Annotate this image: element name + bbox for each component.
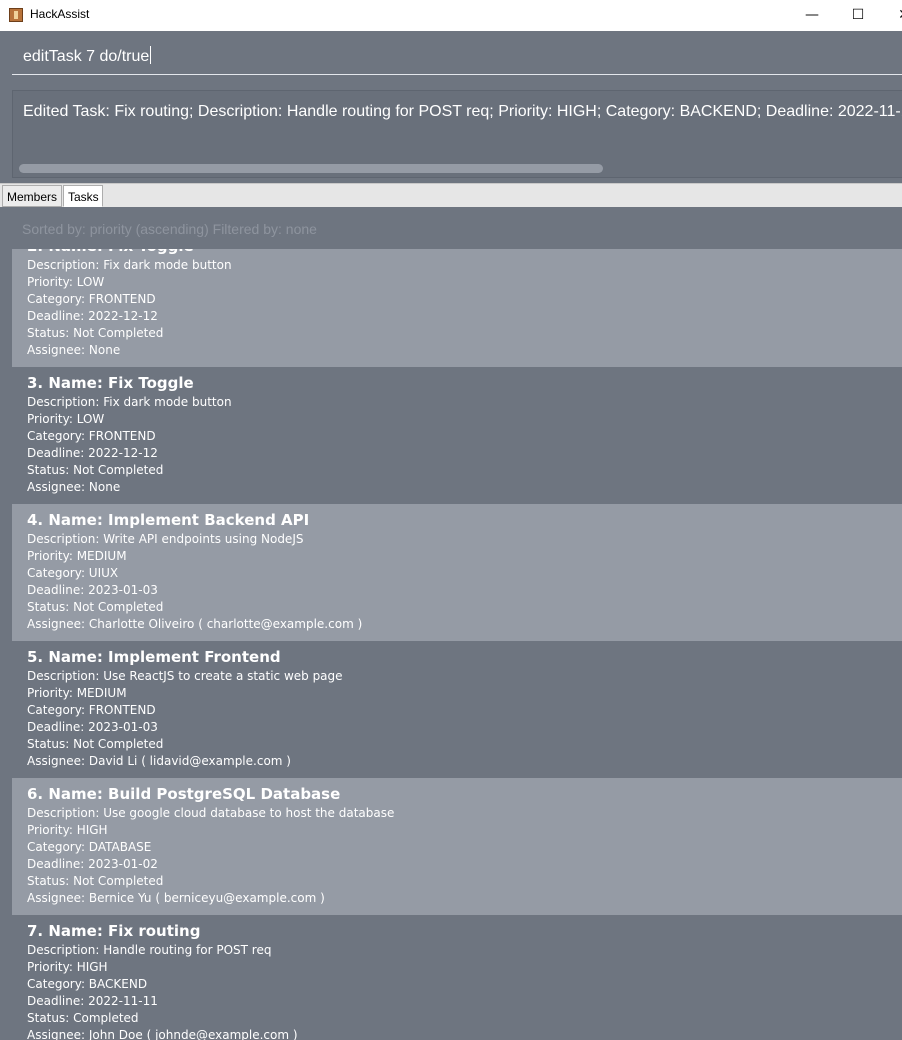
task-status: Status: Not Completed xyxy=(27,463,164,477)
task-name: 7. Name: Fix routing xyxy=(27,922,201,940)
task-deadline: Deadline: 2023-01-03 xyxy=(27,583,158,597)
scrollbar-thumb[interactable] xyxy=(19,164,603,173)
sort-filter-status: Sorted by: priority (ascending) Filtered… xyxy=(22,221,317,237)
result-display: Edited Task: Fix routing; Description: H… xyxy=(0,85,902,183)
task-deadline: Deadline: 2022-12-12 xyxy=(27,309,158,323)
task-priority: Priority: HIGH xyxy=(27,823,108,837)
task-status: Status: Not Completed xyxy=(27,874,164,888)
task-priority: Priority: MEDIUM xyxy=(27,549,127,563)
task-priority: Priority: LOW xyxy=(27,275,105,289)
task-name: 2. Name: Fix Toggle xyxy=(27,249,902,257)
title-bar: HackAssist — ☐ ✕ xyxy=(0,0,902,31)
task-assignee: Assignee: Bernice Yu ( berniceyu@example… xyxy=(27,891,325,905)
task-description: Description: Use google cloud database t… xyxy=(27,806,395,820)
task-status: Status: Not Completed xyxy=(27,326,164,340)
horizontal-scrollbar[interactable] xyxy=(13,159,902,177)
text-caret xyxy=(150,46,152,64)
task-priority: Priority: MEDIUM xyxy=(27,686,127,700)
task-card[interactable]: 2. Name: Fix Toggle Description: Fix dar… xyxy=(12,249,902,367)
result-message: Edited Task: Fix routing; Description: H… xyxy=(23,103,902,120)
task-status: Status: Not Completed xyxy=(27,600,164,614)
task-assignee: Assignee: David Li ( lidavid@example.com… xyxy=(27,754,291,768)
task-list-content: 2. Name: Fix Toggle Description: Fix dar… xyxy=(12,249,902,1040)
task-category: Category: FRONTEND xyxy=(27,703,156,717)
task-status: Status: Completed xyxy=(27,1011,139,1025)
task-name: 3. Name: Fix Toggle xyxy=(27,374,194,392)
maximize-button[interactable]: ☐ xyxy=(835,0,881,31)
task-assignee: Assignee: Charlotte Oliveiro ( charlotte… xyxy=(27,617,363,631)
task-status: Status: Not Completed xyxy=(27,737,164,751)
task-name: 4. Name: Implement Backend API xyxy=(27,511,310,529)
task-description: Description: Use ReactJS to create a sta… xyxy=(27,669,343,683)
result-text-area[interactable]: Edited Task: Fix routing; Description: H… xyxy=(12,90,902,178)
task-deadline: Deadline: 2022-11-11 xyxy=(27,994,158,1008)
task-description: Description: Fix dark mode button xyxy=(27,395,232,409)
task-card[interactable]: 5. Name: Implement Frontend Description:… xyxy=(12,641,902,778)
tab-members[interactable]: Members xyxy=(2,185,62,207)
task-card[interactable]: 6. Name: Build PostgreSQL Database Descr… xyxy=(12,778,902,915)
close-button[interactable]: ✕ xyxy=(881,0,902,31)
task-card[interactable]: 7. Name: Fix routing Description: Handle… xyxy=(12,915,902,1040)
task-priority: Priority: LOW xyxy=(27,412,105,426)
app-icon xyxy=(9,8,23,22)
task-deadline: Deadline: 2023-01-02 xyxy=(27,857,158,871)
task-assignee: Assignee: None xyxy=(27,343,121,357)
task-priority: Priority: HIGH xyxy=(27,960,108,974)
task-description: Description: Handle routing for POST req xyxy=(27,943,272,957)
tab-bar: Members Tasks xyxy=(0,183,902,207)
task-card[interactable]: 4. Name: Implement Backend API Descripti… xyxy=(12,504,902,641)
task-name: 5. Name: Implement Frontend xyxy=(27,648,281,666)
task-list[interactable]: 2. Name: Fix Toggle Description: Fix dar… xyxy=(12,249,902,1040)
minimize-button[interactable]: — xyxy=(789,0,835,31)
task-category: Category: FRONTEND xyxy=(27,429,156,443)
task-deadline: Deadline: 2023-01-03 xyxy=(27,720,158,734)
tab-tasks[interactable]: Tasks xyxy=(63,185,103,207)
task-category: Category: FRONTEND xyxy=(27,292,156,306)
command-box: editTask 7 do/true xyxy=(0,31,902,85)
task-description: Description: Write API endpoints using N… xyxy=(27,532,304,546)
task-description: Description: Fix dark mode button xyxy=(27,258,232,272)
task-name: 6. Name: Build PostgreSQL Database xyxy=(27,785,341,803)
task-category: Category: UIUX xyxy=(27,566,119,580)
task-assignee: Assignee: John Doe ( johnde@example.com … xyxy=(27,1028,298,1040)
command-input[interactable]: editTask 7 do/true xyxy=(12,41,902,75)
window-title: HackAssist xyxy=(30,7,90,21)
task-assignee: Assignee: None xyxy=(27,480,121,494)
task-card[interactable]: 3. Name: Fix Toggle Description: Fix dar… xyxy=(12,367,902,504)
task-category: Category: BACKEND xyxy=(27,977,148,991)
task-category: Category: DATABASE xyxy=(27,840,152,854)
task-deadline: Deadline: 2022-12-12 xyxy=(27,446,158,460)
command-text: editTask 7 do/true xyxy=(23,48,150,65)
tasks-panel: Sorted by: priority (ascending) Filtered… xyxy=(0,207,902,1040)
